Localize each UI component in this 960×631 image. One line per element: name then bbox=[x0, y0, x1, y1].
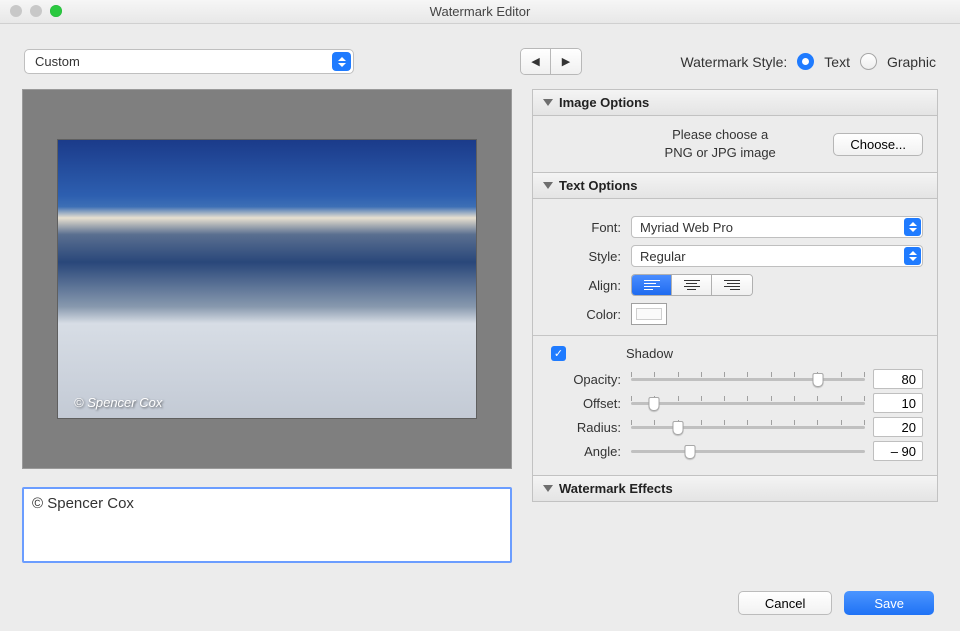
font-value: Myriad Web Pro bbox=[640, 220, 733, 235]
stepper-updown-icon[interactable] bbox=[332, 52, 351, 71]
color-label: Color: bbox=[547, 307, 621, 322]
align-left-button[interactable] bbox=[632, 275, 672, 295]
panels: Image Options Please choose a PNG or JPG… bbox=[532, 89, 938, 502]
top-row: Custom ◀ ▶ Watermark Style: Text Graphic bbox=[0, 24, 960, 89]
disclosure-triangle-icon bbox=[543, 485, 553, 492]
radio-text-label: Text bbox=[824, 54, 850, 70]
minimize-window-icon[interactable] bbox=[30, 5, 42, 17]
radio-graphic[interactable] bbox=[860, 53, 877, 70]
radio-text[interactable] bbox=[797, 53, 814, 70]
preset-value: Custom bbox=[35, 54, 80, 69]
angle-label: Angle: bbox=[547, 444, 621, 459]
cancel-button[interactable]: Cancel bbox=[738, 591, 832, 615]
radius-slider[interactable] bbox=[631, 417, 865, 437]
watermark-text-input[interactable] bbox=[22, 487, 512, 563]
image-hint: Please choose a PNG or JPG image bbox=[547, 126, 813, 162]
radius-label: Radius: bbox=[547, 420, 621, 435]
opacity-label: Opacity: bbox=[547, 372, 621, 387]
style-value: Regular bbox=[640, 249, 686, 264]
save-button[interactable]: Save bbox=[844, 591, 934, 615]
panel-title: Watermark Effects bbox=[559, 481, 673, 496]
disclosure-triangle-icon bbox=[543, 99, 553, 106]
choose-image-button[interactable]: Choose... bbox=[833, 133, 923, 156]
offset-field[interactable] bbox=[873, 393, 923, 413]
triangle-right-icon: ▶ bbox=[562, 55, 570, 68]
shadow-label: Shadow bbox=[626, 346, 673, 361]
prev-image-button[interactable]: ◀ bbox=[521, 49, 551, 74]
preview-canvas: © Spencer Cox bbox=[22, 89, 512, 469]
right-column: Image Options Please choose a PNG or JPG… bbox=[532, 89, 938, 566]
offset-slider[interactable] bbox=[631, 393, 865, 413]
left-column: © Spencer Cox bbox=[22, 89, 512, 566]
style-label: Style: bbox=[547, 249, 621, 264]
offset-label: Offset: bbox=[547, 396, 621, 411]
font-select[interactable]: Myriad Web Pro bbox=[631, 216, 923, 238]
panel-header-image-options[interactable]: Image Options bbox=[533, 90, 937, 116]
preview-image: © Spencer Cox bbox=[57, 139, 477, 419]
panel-body-image-options: Please choose a PNG or JPG image Choose.… bbox=[533, 116, 937, 173]
font-label: Font: bbox=[547, 220, 621, 235]
divider bbox=[533, 335, 937, 336]
color-well[interactable] bbox=[631, 303, 667, 325]
radius-field[interactable] bbox=[873, 417, 923, 437]
panel-title: Text Options bbox=[559, 178, 637, 193]
angle-field[interactable] bbox=[873, 441, 923, 461]
next-image-button[interactable]: ▶ bbox=[551, 49, 581, 74]
panel-header-watermark-effects[interactable]: Watermark Effects bbox=[533, 476, 937, 501]
watermark-style-group: Watermark Style: Text Graphic bbox=[680, 53, 936, 70]
title-bar: Watermark Editor bbox=[0, 0, 960, 24]
font-style-select[interactable]: Regular bbox=[631, 245, 923, 267]
main-area: © Spencer Cox Image Options Please choos… bbox=[0, 89, 960, 566]
window-title: Watermark Editor bbox=[430, 4, 531, 19]
preview-nav: ◀ ▶ bbox=[520, 48, 582, 75]
zoom-window-icon[interactable] bbox=[50, 5, 62, 17]
preset-select[interactable]: Custom bbox=[24, 49, 354, 74]
angle-slider[interactable] bbox=[631, 441, 865, 461]
opacity-field[interactable] bbox=[873, 369, 923, 389]
stepper-updown-icon[interactable] bbox=[904, 247, 921, 265]
footer: Cancel Save bbox=[0, 575, 960, 631]
stepper-updown-icon[interactable] bbox=[904, 218, 921, 236]
align-right-button[interactable] bbox=[712, 275, 752, 295]
panel-title: Image Options bbox=[559, 95, 649, 110]
watermark-preview-text: © Spencer Cox bbox=[74, 395, 162, 410]
panel-body-text-options: Font: Myriad Web Pro Style: Regular Alig… bbox=[533, 199, 937, 476]
watermark-style-label: Watermark Style: bbox=[680, 54, 787, 70]
close-window-icon[interactable] bbox=[10, 5, 22, 17]
align-center-button[interactable] bbox=[672, 275, 712, 295]
shadow-checkbox[interactable]: ✓ bbox=[551, 346, 566, 361]
triangle-left-icon: ◀ bbox=[531, 55, 539, 68]
align-segmented bbox=[631, 274, 753, 296]
window-controls bbox=[10, 5, 62, 17]
disclosure-triangle-icon bbox=[543, 182, 553, 189]
align-label: Align: bbox=[547, 278, 621, 293]
radio-graphic-label: Graphic bbox=[887, 54, 936, 70]
opacity-slider[interactable] bbox=[631, 369, 865, 389]
panel-header-text-options[interactable]: Text Options bbox=[533, 173, 937, 199]
